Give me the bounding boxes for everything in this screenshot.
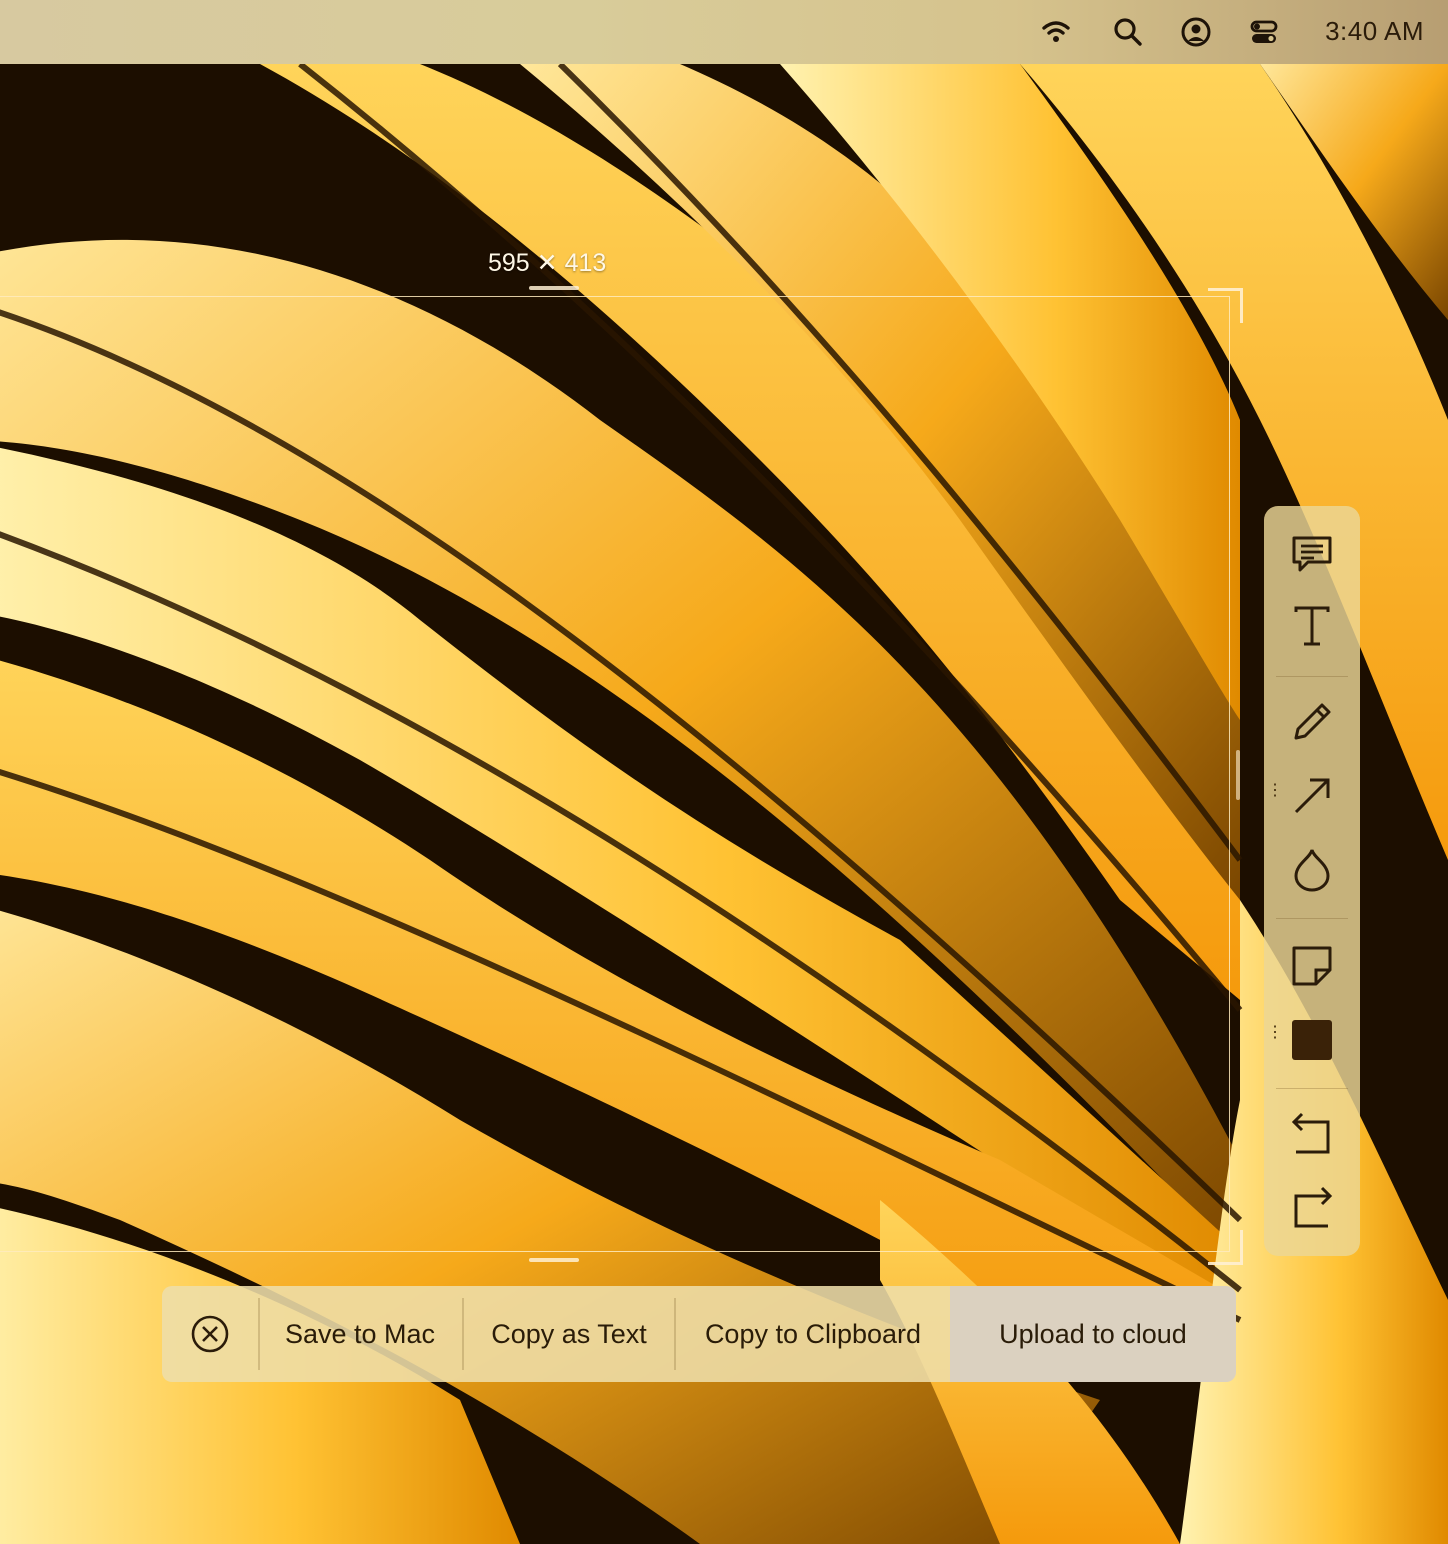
toolbar-separator [1276, 918, 1348, 919]
annotation-toolbar [1264, 506, 1360, 1256]
capture-action-bar: Save to Mac Copy as Text Copy to Clipboa… [162, 1286, 1236, 1382]
undo-icon[interactable] [1288, 1108, 1336, 1156]
droplet-icon[interactable] [1288, 846, 1336, 894]
close-circle-icon [191, 1315, 229, 1353]
resize-corner-bottom-right[interactable] [1208, 1230, 1243, 1265]
wifi-icon[interactable] [1040, 16, 1072, 48]
copy-to-clipboard-button[interactable]: Copy to Clipboard [676, 1286, 950, 1382]
upload-to-cloud-button[interactable]: Upload to cloud [950, 1286, 1236, 1382]
text-icon[interactable] [1288, 602, 1336, 650]
selection-width: 595 [488, 249, 530, 277]
selection-height: 413 [564, 249, 607, 277]
search-icon[interactable] [1112, 16, 1144, 48]
menu-bar: 3:40 AM [0, 0, 1448, 64]
pencil-icon[interactable] [1288, 698, 1336, 746]
capture-selection[interactable] [0, 296, 1230, 1252]
arrow-icon[interactable] [1288, 772, 1336, 820]
sticky-note-icon[interactable] [1288, 942, 1336, 990]
user-circle-icon[interactable] [1180, 16, 1212, 48]
control-center-icon[interactable] [1248, 16, 1280, 48]
menu-bar-clock[interactable]: 3:40 AM [1325, 16, 1424, 47]
resize-handle-top[interactable] [529, 286, 579, 290]
resize-corner-top-right[interactable] [1208, 288, 1243, 323]
filled-square-icon[interactable] [1288, 1016, 1336, 1064]
copy-as-text-button[interactable]: Copy as Text [464, 1286, 674, 1382]
times-icon: ✕ [529, 249, 565, 277]
save-to-mac-button[interactable]: Save to Mac [260, 1286, 460, 1382]
selection-dimensions: 595 ✕ 413 [488, 248, 606, 278]
drag-grip-icon[interactable]: ⋮ [1267, 1025, 1283, 1041]
close-button[interactable] [162, 1286, 258, 1382]
toolbar-separator [1276, 676, 1348, 677]
resize-handle-right[interactable] [1236, 750, 1240, 800]
resize-handle-bottom[interactable] [529, 1258, 579, 1262]
comment-icon[interactable] [1288, 530, 1336, 578]
toolbar-separator [1276, 1088, 1348, 1089]
drag-grip-icon[interactable]: ⋮ [1267, 783, 1283, 799]
redo-icon[interactable] [1288, 1182, 1336, 1230]
